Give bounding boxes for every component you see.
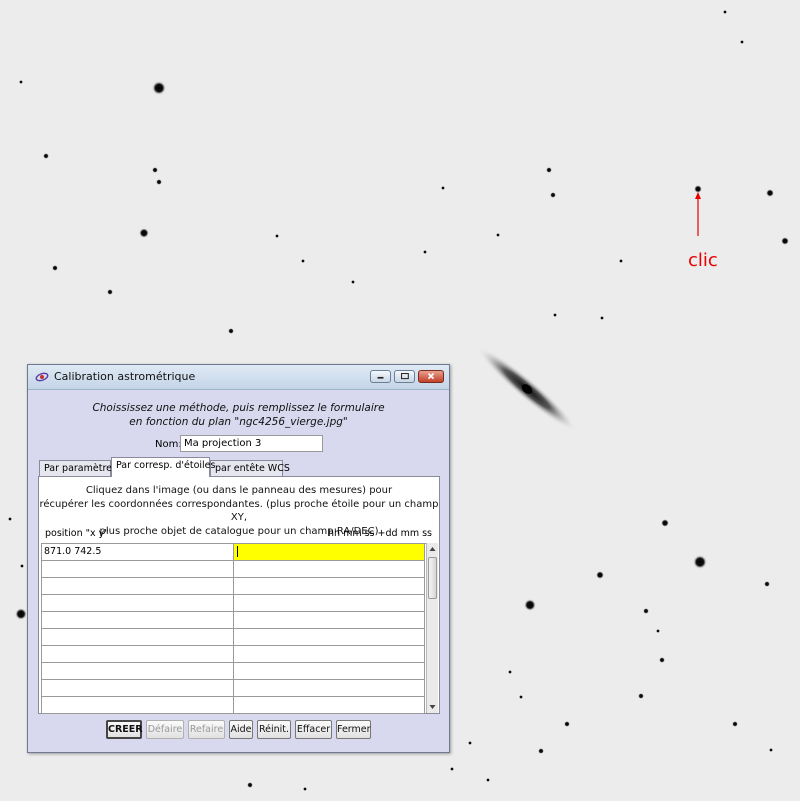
close-icon — [427, 372, 435, 380]
table-row — [42, 612, 426, 629]
table-row — [42, 663, 426, 680]
xy-cell[interactable] — [42, 612, 234, 629]
radec-cell[interactable] — [234, 663, 425, 680]
xy-cell[interactable] — [42, 578, 234, 595]
dialog-title: Calibration astrométrique — [54, 370, 196, 383]
instructions: Choississez une méthode, puis remplissez… — [28, 401, 449, 429]
scroll-up-icon[interactable] — [427, 543, 438, 555]
coordinates-table: 871.0 742.5 — [41, 543, 426, 714]
table-row — [42, 680, 426, 697]
table-scrollbar[interactable] — [426, 543, 438, 713]
redo-button[interactable]: Refaire — [188, 720, 225, 739]
tab-par-parametres[interactable]: Par paramètres — [39, 460, 117, 477]
table-row: 871.0 742.5 — [42, 544, 426, 561]
name-label: Nom: — [155, 439, 182, 450]
table-row — [42, 578, 426, 595]
xy-cell[interactable] — [42, 663, 234, 680]
close-button[interactable]: Fermer — [336, 720, 371, 739]
column-header-xy: position "x y" — [45, 528, 109, 539]
xy-cell[interactable] — [42, 595, 234, 612]
tab-par-entete-wcs[interactable]: par entête WCS — [210, 460, 290, 477]
radec-cell[interactable] — [234, 697, 425, 714]
instructions-line: Choississez une méthode, puis remplissez… — [92, 402, 385, 414]
xy-cell[interactable] — [42, 629, 234, 646]
maximize-icon — [401, 373, 409, 380]
tab-panel: Cliquez dans l'image (ou dans le panneau… — [38, 476, 440, 714]
radec-cell[interactable] — [234, 680, 425, 697]
dialog-titlebar[interactable]: Calibration astrométrique — [28, 365, 449, 390]
radec-cell[interactable] — [234, 561, 425, 578]
undo-button[interactable]: Défaire — [146, 720, 184, 739]
minimize-button[interactable] — [370, 370, 391, 383]
xy-cell[interactable] — [42, 646, 234, 663]
scroll-down-icon[interactable] — [427, 701, 438, 713]
scrollbar-thumb[interactable] — [428, 557, 437, 599]
xy-cell[interactable] — [42, 561, 234, 578]
instructions-line: en fonction du plan "ngc4256_vierge.jpg" — [129, 416, 348, 428]
name-input[interactable]: Ma projection 3 — [180, 435, 323, 452]
table-row — [42, 629, 426, 646]
xy-cell[interactable]: 871.0 742.5 — [42, 544, 234, 561]
clear-button[interactable]: Effacer — [295, 720, 332, 739]
aladin-icon — [35, 372, 49, 382]
close-window-button[interactable] — [418, 370, 444, 383]
panel-instructions-line: récupérer les coordonnées correspondante… — [39, 498, 439, 524]
xy-cell[interactable] — [42, 680, 234, 697]
xy-cell[interactable] — [42, 697, 234, 714]
radec-cell[interactable] — [234, 646, 425, 663]
create-button[interactable]: CREER — [106, 720, 143, 739]
minimize-icon — [377, 376, 384, 379]
panel-instructions-line: Cliquez dans l'image (ou dans le panneau… — [85, 485, 393, 496]
table-row — [42, 646, 426, 663]
tab-par-corresp-etoiles[interactable]: Par corresp. d'étoiles — [111, 457, 215, 477]
table-row — [42, 561, 426, 578]
reset-button[interactable]: Réinit. — [257, 720, 291, 739]
radec-cell-active[interactable] — [234, 544, 425, 561]
button-bar: CREER Défaire Refaire Aide Réinit. Effac… — [28, 720, 449, 740]
help-button[interactable]: Aide — [229, 720, 253, 739]
text-cursor — [237, 546, 238, 557]
table-row — [42, 697, 426, 714]
calibration-dialog: Calibration astrométrique Choississez un… — [27, 364, 450, 753]
radec-cell[interactable] — [234, 629, 425, 646]
maximize-button[interactable] — [394, 370, 415, 383]
clic-annotation: clic — [688, 250, 718, 271]
table-row — [42, 595, 426, 612]
radec-cell[interactable] — [234, 595, 425, 612]
radec-cell[interactable] — [234, 612, 425, 629]
column-header-radec: hh mm ss +dd mm ss — [328, 528, 432, 539]
radec-cell[interactable] — [234, 578, 425, 595]
